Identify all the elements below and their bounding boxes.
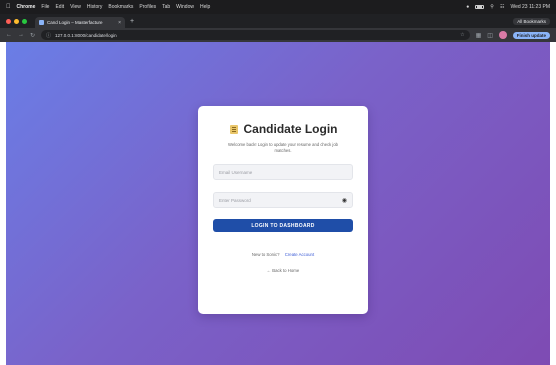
email-placeholder: Email Username xyxy=(219,169,253,175)
menu-item-window[interactable]: Window xyxy=(176,4,194,10)
favicon-icon xyxy=(39,20,44,25)
battery-icon[interactable] xyxy=(475,5,485,9)
browser-tab[interactable]: Cand Login – Masterfacture × xyxy=(35,17,125,28)
login-subtitle: Welcome back! Login to update your resum… xyxy=(227,142,339,153)
site-info-icon[interactable]: ⓘ xyxy=(46,32,51,39)
menu-status-area: ● ⚲ ☷ Wed 23 11:23 PM xyxy=(466,4,550,10)
tab-strip: Cand Login – Masterfacture × + All Bookm… xyxy=(0,14,556,28)
close-window-button[interactable] xyxy=(6,18,11,24)
password-input[interactable]: Enter Password ◉ xyxy=(213,192,353,208)
menu-item-profiles[interactable]: Profiles xyxy=(139,4,156,10)
wifi-icon[interactable]: ● xyxy=(466,4,469,10)
page-viewport: Candidate Login Welcome back! Login to u… xyxy=(6,42,550,365)
apple-icon[interactable]:  xyxy=(6,4,11,10)
bookmark-star-icon[interactable]: ☆ xyxy=(460,32,464,38)
tab-title: Cand Login – Masterfacture xyxy=(47,20,103,25)
back-arrow-icon[interactable]: ← xyxy=(6,32,12,38)
register-prompt: New to Sonic? xyxy=(251,252,280,257)
new-tab-button[interactable]: + xyxy=(130,18,134,25)
maximize-window-button[interactable] xyxy=(22,18,27,24)
clipboard-icon xyxy=(229,124,239,134)
sidebar-icon[interactable]: ◫ xyxy=(487,32,493,39)
password-placeholder: Enter Password xyxy=(219,197,251,203)
reload-icon[interactable]: ↻ xyxy=(30,32,35,39)
search-icon[interactable]: ⚲ xyxy=(490,4,494,10)
create-account-link[interactable]: Create Account xyxy=(285,252,314,257)
browser-toolbar: ← → ↻ ⓘ 127.0.0.1:8000/candidate/login ☆… xyxy=(0,28,556,42)
finish-update-button[interactable]: Finish update xyxy=(512,31,550,39)
minimize-window-button[interactable] xyxy=(14,18,19,24)
profile-avatar[interactable] xyxy=(498,31,507,39)
menu-item-edit[interactable]: Edit xyxy=(55,4,64,10)
extensions-icon[interactable]: ▦ xyxy=(476,32,482,39)
screen:  Chrome File Edit View History Bookmark… xyxy=(0,0,556,365)
register-row: New to Sonic? Create Account xyxy=(213,252,353,257)
menu-item-history[interactable]: History xyxy=(87,4,103,10)
login-card: Candidate Login Welcome back! Login to u… xyxy=(198,106,368,314)
login-button[interactable]: LOGIN TO DASHBOARD xyxy=(213,219,353,232)
menu-item-tab[interactable]: Tab xyxy=(162,4,170,10)
email-input[interactable]: Email Username xyxy=(213,164,353,180)
menu-app-name[interactable]: Chrome xyxy=(17,4,36,10)
show-password-icon[interactable]: ◉ xyxy=(342,197,347,204)
menu-bar:  Chrome File Edit View History Bookmark… xyxy=(0,0,556,14)
window-controls xyxy=(6,18,27,24)
back-to-home-link[interactable]: ← Back to Home xyxy=(213,268,353,273)
forward-arrow-icon[interactable]: → xyxy=(18,32,24,38)
menu-item-view[interactable]: View xyxy=(70,4,81,10)
menu-item-file[interactable]: File xyxy=(41,4,49,10)
all-bookmarks-button[interactable]: All Bookmarks xyxy=(513,17,550,25)
login-title: Candidate Login xyxy=(243,122,338,136)
menu-clock[interactable]: Wed 23 11:23 PM xyxy=(510,4,550,10)
address-url[interactable]: 127.0.0.1:8000/candidate/login xyxy=(55,33,456,38)
menu-item-bookmarks[interactable]: Bookmarks xyxy=(108,4,133,10)
menu-item-help[interactable]: Help xyxy=(200,4,210,10)
control-center-icon[interactable]: ☷ xyxy=(500,4,504,10)
close-tab-icon[interactable]: × xyxy=(118,20,121,26)
address-bar[interactable]: ⓘ 127.0.0.1:8000/candidate/login ☆ xyxy=(41,30,470,40)
login-title-row: Candidate Login xyxy=(213,122,353,136)
